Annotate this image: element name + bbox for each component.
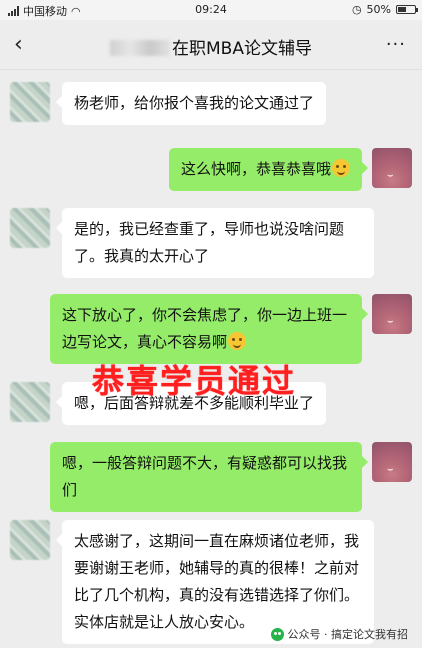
- battery-fill: [398, 7, 406, 12]
- message-bubble[interactable]: 是的，我已经查重了，导师也说没啥问题了。我真的太开心了: [56, 208, 374, 278]
- message-bubble[interactable]: 杨老师，给你报个喜我的论文通过了: [55, 82, 327, 125]
- avatar[interactable]: [10, 82, 50, 122]
- laugh-emoji-icon: [332, 159, 350, 177]
- congratulation-overlay: 恭喜学员通过: [92, 362, 297, 400]
- avatar[interactable]: ⌣: [372, 442, 412, 482]
- avatar-face: ⌣: [387, 170, 394, 181]
- message-text: 太感谢了，这期间一直在麻烦诸位老师，我要谢谢王老师，她辅导的真的很棒！之前对比了…: [74, 532, 360, 631]
- message-text: 嗯，一般答辩问题不大，有疑惑都可以找我们: [62, 454, 348, 499]
- status-bar: 中国移动 ◠ 09:24 ◷ 50%: [0, 0, 422, 20]
- avatar-face: ⌣: [387, 464, 394, 475]
- message-text: 这么快啊，恭喜恭喜哦: [180, 160, 331, 178]
- blurred-name: [110, 40, 171, 56]
- message-text: 这下放心了，你不会焦虑了，你一边上班一边写论文，真心不容易啊: [62, 306, 348, 351]
- watermark-text: 公众号 · 搞定论文我有招: [287, 628, 409, 641]
- avatar[interactable]: [10, 208, 50, 248]
- message-bubble[interactable]: 这下放心了，你不会焦虑了，你一边上班一边写论文，真心不容易啊: [50, 294, 368, 364]
- avatar[interactable]: ⌣: [372, 294, 412, 334]
- smile-emoji-icon: [228, 332, 247, 350]
- avatar-face: ⌣: [387, 316, 394, 327]
- message-text: 是的，我已经查重了，导师也说没啥问题了。我真的太开心了: [74, 220, 345, 265]
- avatar[interactable]: ⌣: [372, 148, 412, 188]
- message-bubble[interactable]: 这么快啊，恭喜恭喜哦: [168, 148, 369, 191]
- avatar[interactable]: [10, 382, 50, 422]
- chat-title: 在职MBA论文辅导: [0, 34, 422, 59]
- chat-title-text: 在职MBA论文辅导: [172, 39, 312, 59]
- chat-header: ‹ 在职MBA论文辅导 ···: [0, 20, 422, 70]
- alarm-icon: ◷: [351, 3, 362, 16]
- wechat-icon: [270, 627, 284, 641]
- watermark: 公众号 · 搞定论文我有招: [270, 626, 409, 642]
- more-options-icon[interactable]: ···: [386, 34, 406, 55]
- battery-icon: [396, 5, 418, 14]
- avatar[interactable]: [10, 520, 50, 560]
- message-text: 杨老师，给你报个喜我的论文通过了: [74, 94, 315, 112]
- battery-percent: 50%: [366, 3, 391, 16]
- status-right: ◷ 50%: [351, 3, 418, 16]
- message-bubble[interactable]: 嗯，一般答辩问题不大，有疑惑都可以找我们: [50, 442, 368, 512]
